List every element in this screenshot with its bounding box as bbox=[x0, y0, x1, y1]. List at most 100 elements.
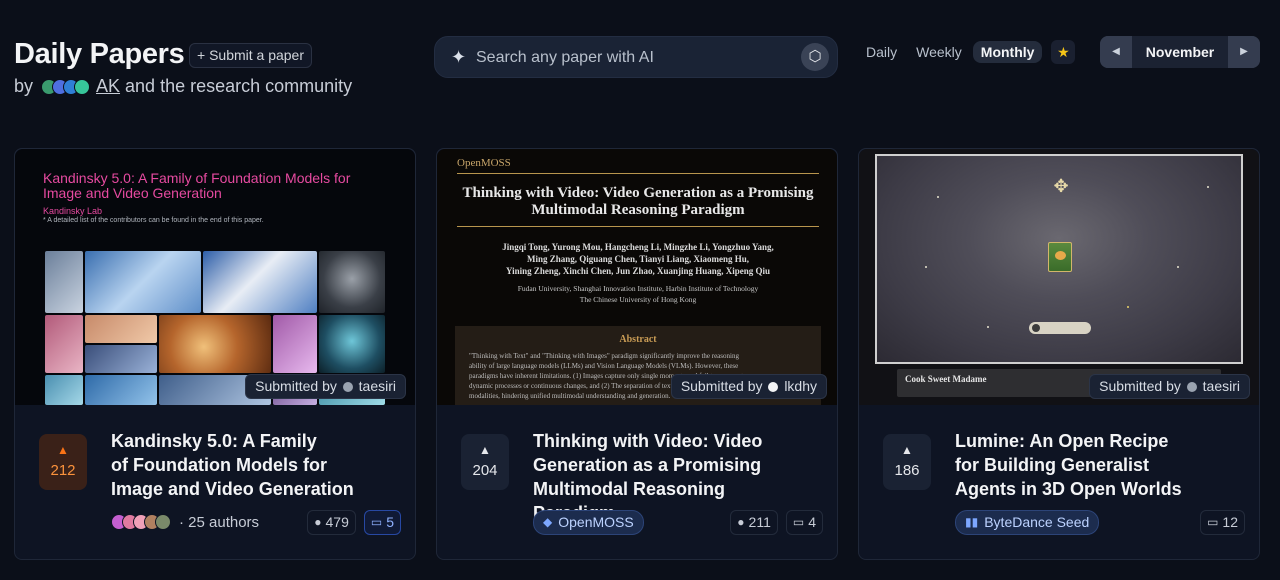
tab-daily[interactable]: Daily bbox=[858, 41, 905, 63]
paper-meta: ◆ OpenMOSS ● 211 ▭ 4 bbox=[533, 509, 823, 535]
comment-icon: ▭ bbox=[792, 514, 805, 529]
paper-title-line: Agents in 3D Open Worlds bbox=[955, 479, 1182, 499]
abstract-line: ability of large language models (LLMs) … bbox=[469, 362, 739, 370]
comments-count: 5 bbox=[386, 513, 394, 530]
comment-icon: ▭ bbox=[370, 514, 383, 529]
submit-paper-button[interactable]: + Submit a paper bbox=[189, 43, 313, 68]
next-month-button[interactable]: ▶ bbox=[1228, 36, 1260, 68]
avatar bbox=[74, 78, 91, 95]
collage-image bbox=[319, 315, 385, 373]
submitter-avatar bbox=[768, 382, 779, 392]
abstract-heading: Abstract bbox=[619, 334, 657, 345]
search-bar[interactable]: ✦ Search any paper with AI ⬡ bbox=[434, 36, 838, 78]
upvote-arrow-icon: ▲ bbox=[901, 443, 913, 457]
collage-image bbox=[85, 315, 157, 343]
paper-title-line: of Foundation Models for bbox=[111, 455, 327, 475]
author-avatars bbox=[111, 514, 171, 530]
food-item-icon bbox=[1048, 242, 1072, 272]
github-stars[interactable]: ● 211 bbox=[730, 509, 778, 535]
thumbnail-title-line: Multimodal Reasoning Paradigm bbox=[531, 202, 745, 218]
sparkle bbox=[925, 266, 927, 268]
star-icon[interactable]: ★ bbox=[1051, 40, 1076, 64]
paper-title[interactable]: Lumine: An Open Recipe for Building Gene… bbox=[955, 429, 1205, 501]
submitter-name[interactable]: lkdhy bbox=[784, 378, 817, 394]
collage-image bbox=[159, 315, 271, 373]
openmoss-logo: OpenMOSS bbox=[457, 157, 511, 169]
tab-weekly[interactable]: Weekly bbox=[908, 41, 970, 63]
github-stars-count: 211 bbox=[748, 513, 771, 530]
paper-title[interactable]: Kandinsky 5.0: A Family of Foundation Mo… bbox=[111, 429, 361, 501]
thumbnail-authors-line: Ming Zhang, Qiguang Chen, Tianyi Liang, … bbox=[527, 254, 749, 264]
org-badge[interactable]: ◆ OpenMOSS bbox=[533, 509, 644, 535]
bytedance-icon: ▮▮ bbox=[965, 514, 979, 529]
abstract-line: "Thinking with Text" and "Thinking with … bbox=[469, 352, 739, 360]
submitted-by-badge[interactable]: Submitted by lkdhy bbox=[670, 374, 827, 399]
paper-card[interactable]: OpenMOSS Thinking with Video: Video Gene… bbox=[436, 148, 838, 560]
cube-icon[interactable]: ⬡ bbox=[801, 43, 829, 71]
org-badge[interactable]: ▮▮ ByteDance Seed bbox=[955, 509, 1100, 535]
openmoss-icon: ◆ bbox=[543, 514, 553, 529]
submitted-by-label: Submitted by bbox=[680, 378, 763, 394]
thumbnail-caption: Cook Sweet Madame bbox=[905, 374, 987, 384]
authors-list[interactable]: · 25 authors bbox=[111, 514, 259, 531]
search-input[interactable]: Search any paper with AI bbox=[476, 49, 654, 67]
upvote-count: 212 bbox=[50, 462, 76, 479]
sparkle-icon: ✦ bbox=[451, 47, 467, 67]
thumbnail-title: Thinking with Video: Video Generation as… bbox=[457, 185, 819, 219]
github-stars[interactable]: ● 479 bbox=[307, 509, 356, 535]
collage-image bbox=[85, 345, 157, 373]
collage-image bbox=[45, 315, 83, 373]
collage-image bbox=[319, 251, 385, 313]
upvote-count: 186 bbox=[894, 462, 920, 479]
thumbnail-affiliations: Fudan University, Shanghai Innovation In… bbox=[457, 283, 819, 305]
paper-thumbnail[interactable]: ✥ Cook Sweet Madame bbox=[859, 149, 1259, 405]
avatar bbox=[155, 514, 171, 530]
submitted-by-label: Submitted by bbox=[1099, 378, 1181, 394]
page-header: Daily Papers + Submit a paper by AK and … bbox=[0, 0, 1280, 130]
paper-title-line: Kandinsky 5.0: A Family bbox=[111, 431, 317, 451]
sparkle bbox=[1207, 186, 1209, 188]
thumbnail-lab: Kandinsky Lab bbox=[43, 206, 103, 216]
github-icon: ● bbox=[314, 514, 322, 529]
comment-icon: ▭ bbox=[1207, 514, 1219, 529]
thumbnail-aff-line: Fudan University, Shanghai Innovation In… bbox=[517, 284, 759, 293]
paper-title-line: Generation as a Promising bbox=[533, 455, 762, 475]
thumbnail-title-line: Kandinsky 5.0: A Family of Foundation Mo… bbox=[43, 170, 351, 186]
collage-image bbox=[85, 375, 157, 405]
emblem-icon: ✥ bbox=[1053, 176, 1069, 196]
paper-thumbnail[interactable]: Kandinsky 5.0: A Family of Foundation Mo… bbox=[15, 149, 415, 405]
thumbnail-title-line: Image and Video Generation bbox=[43, 185, 222, 201]
submitter-avatar bbox=[342, 382, 353, 392]
submitter-name[interactable]: taesiri bbox=[1203, 378, 1240, 394]
comments-button[interactable]: ▭ 4 bbox=[785, 509, 823, 535]
period-tabs: Daily Weekly Monthly ★ bbox=[858, 40, 1076, 64]
upvote-button[interactable]: ▲ 186 bbox=[883, 434, 931, 490]
thumbnail-title: Kandinsky 5.0: A Family of Foundation Mo… bbox=[43, 171, 383, 201]
sparkle bbox=[987, 326, 989, 328]
paper-meta: ▮▮ ByteDance Seed ▭ 12 bbox=[955, 509, 1245, 535]
sparkle bbox=[1127, 306, 1129, 308]
upvote-count: 204 bbox=[472, 462, 498, 479]
ak-user-link[interactable]: AK bbox=[96, 76, 120, 97]
submitted-by-badge[interactable]: Submitted by taesiri bbox=[1089, 374, 1250, 399]
comments-button[interactable]: ▭ 12 bbox=[1200, 509, 1245, 535]
byline: by AK and the research community bbox=[14, 76, 352, 97]
upvote-button[interactable]: ▲ 204 bbox=[461, 434, 509, 490]
month-navigator: ◀ November ▶ bbox=[1100, 36, 1260, 68]
sparkle bbox=[937, 196, 939, 198]
submitter-name[interactable]: taesiri bbox=[359, 378, 396, 394]
submitted-by-label: Submitted by bbox=[255, 378, 337, 394]
paper-meta: · 25 authors ● 479 ▭ 5 bbox=[111, 509, 401, 535]
paper-title-line: Image and Video Generation bbox=[111, 479, 354, 499]
paper-card[interactable]: ✥ Cook Sweet Madame Submitted by taesiri… bbox=[858, 148, 1260, 560]
org-name: OpenMOSS bbox=[558, 513, 634, 530]
confirm-button-graphic bbox=[1029, 322, 1091, 334]
upvote-button[interactable]: ▲ 212 bbox=[39, 434, 87, 490]
paper-card[interactable]: Kandinsky 5.0: A Family of Foundation Mo… bbox=[14, 148, 416, 560]
submitted-by-badge[interactable]: Submitted by taesiri bbox=[245, 374, 406, 399]
tab-monthly[interactable]: Monthly bbox=[972, 41, 1043, 63]
divider bbox=[457, 226, 819, 227]
paper-thumbnail[interactable]: OpenMOSS Thinking with Video: Video Gene… bbox=[437, 149, 837, 405]
prev-month-button[interactable]: ◀ bbox=[1100, 36, 1132, 68]
comments-button[interactable]: ▭ 5 bbox=[363, 509, 401, 535]
